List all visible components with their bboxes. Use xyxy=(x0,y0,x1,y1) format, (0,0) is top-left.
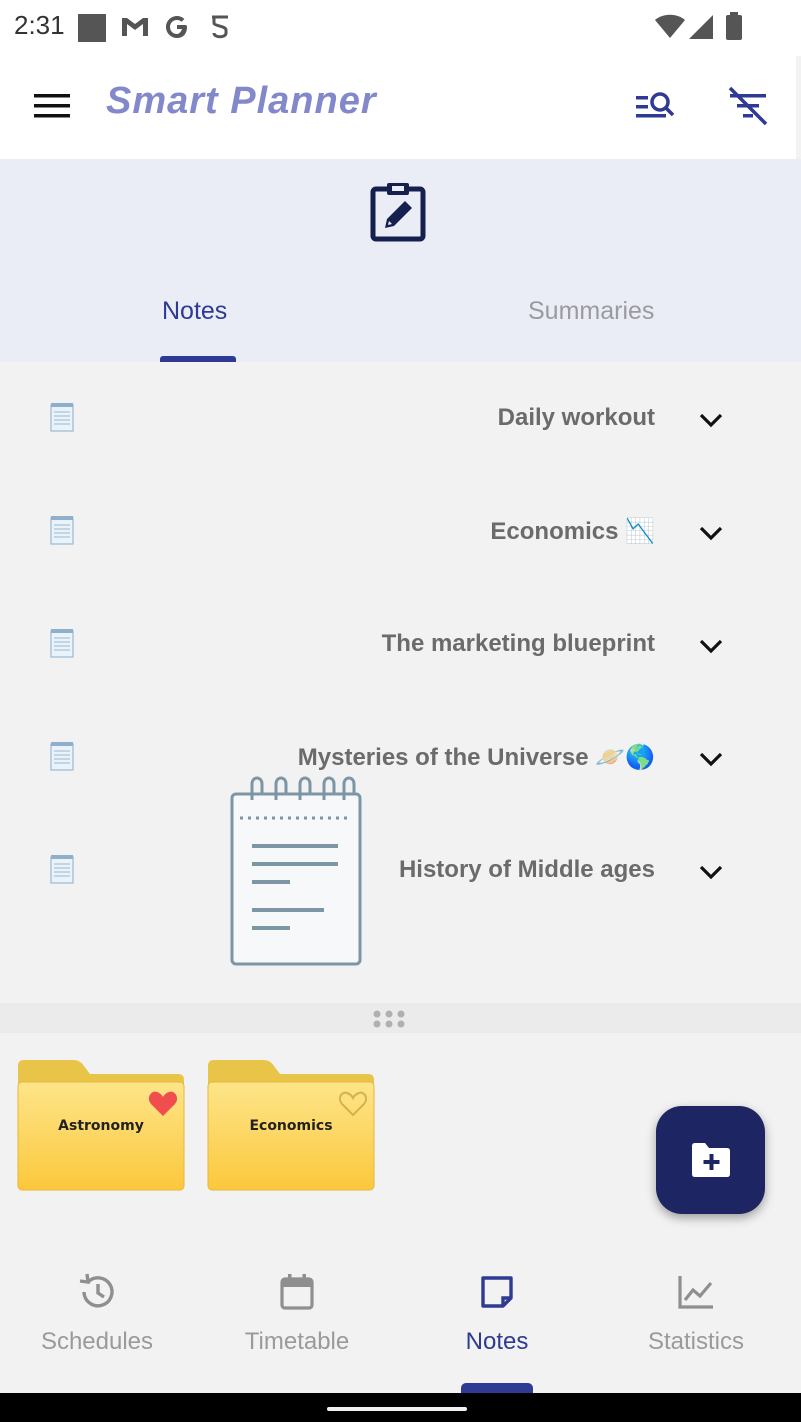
add-folder-button[interactable] xyxy=(656,1106,765,1214)
search-list-button[interactable] xyxy=(632,82,682,132)
home-gesture-pill[interactable] xyxy=(327,1407,467,1411)
list-item[interactable]: Economics 📉 xyxy=(0,475,801,587)
sticky-note-icon xyxy=(481,1276,513,1308)
chart-icon xyxy=(678,1276,713,1309)
notepad-icon xyxy=(50,516,74,545)
nav-timetable[interactable]: Timetable xyxy=(197,1258,397,1393)
drag-handle[interactable] xyxy=(0,1003,801,1033)
notepad-icon xyxy=(50,403,74,432)
note-title: History of Middle ages xyxy=(398,856,655,883)
list-item[interactable]: Daily workout xyxy=(0,362,801,474)
chevron-down-icon[interactable] xyxy=(697,406,725,434)
note-title: The marketing blueprint xyxy=(381,630,655,657)
google-icon xyxy=(164,14,190,45)
history-icon xyxy=(79,1273,114,1308)
nav-label: Statistics xyxy=(647,1328,745,1355)
nav-statistics[interactable]: Statistics xyxy=(596,1258,796,1393)
gmail-icon xyxy=(120,14,150,45)
nav-label: Notes xyxy=(465,1328,529,1355)
notepad-icon xyxy=(50,742,74,771)
list-item[interactable]: Mysteries of the Universe 🪐🌎 xyxy=(0,701,801,813)
s-app-icon xyxy=(208,14,232,47)
folder-astronomy[interactable]: Astronomy xyxy=(16,1058,186,1192)
search-list-icon xyxy=(636,92,675,118)
square-icon xyxy=(78,14,106,42)
calendar-icon xyxy=(280,1274,314,1310)
note-title: Daily workout xyxy=(497,404,655,431)
nav-label: Schedules xyxy=(40,1328,154,1355)
note-title: Mysteries of the Universe 🪐🌎 xyxy=(297,744,655,771)
tab-notes[interactable]: Notes xyxy=(162,297,227,326)
notes-list: Daily workout Economics 📉 The marketing … xyxy=(0,362,801,1002)
chevron-down-icon[interactable] xyxy=(697,745,725,773)
nav-label: Timetable xyxy=(244,1328,350,1355)
chevron-down-icon[interactable] xyxy=(697,858,725,886)
drag-dots-icon xyxy=(373,1010,405,1028)
notepad-icon xyxy=(50,855,74,884)
app-title: Smart Planner xyxy=(106,80,377,122)
status-bar: 2:31 xyxy=(0,0,801,56)
nav-indicator xyxy=(461,1383,533,1393)
notepad-icon xyxy=(50,629,74,658)
folder-label: Astronomy xyxy=(58,1118,144,1134)
list-item[interactable]: The marketing blueprint xyxy=(0,588,801,700)
edit-clipboard-icon xyxy=(370,183,426,242)
bottom-navigation: Schedules Timetable Notes Statistics xyxy=(0,1258,801,1393)
chevron-down-icon[interactable] xyxy=(697,519,725,547)
filter-off-icon xyxy=(728,86,768,126)
note-title: Economics 📉 xyxy=(490,518,655,545)
chevron-down-icon[interactable] xyxy=(697,632,725,660)
nav-notes[interactable]: Notes xyxy=(397,1258,597,1393)
nav-schedules[interactable]: Schedules xyxy=(0,1258,197,1393)
app-bar: Smart Planner xyxy=(0,56,796,159)
signal-icon xyxy=(688,14,714,45)
wifi-icon xyxy=(654,14,686,45)
gesture-bar xyxy=(0,1393,801,1422)
heart-filled-icon[interactable] xyxy=(148,1090,178,1118)
notes-header: Notes Summaries xyxy=(0,159,801,362)
filter-off-button[interactable] xyxy=(724,82,774,132)
tab-summaries[interactable]: Summaries xyxy=(528,297,654,326)
menu-icon xyxy=(34,94,70,118)
status-time: 2:31 xyxy=(14,10,65,40)
battery-icon xyxy=(726,12,742,45)
add-folder-icon xyxy=(692,1143,730,1177)
menu-button[interactable] xyxy=(30,84,74,128)
list-item[interactable]: History of Middle ages xyxy=(0,814,801,926)
heart-outline-icon[interactable] xyxy=(338,1090,368,1118)
folder-label: Economics xyxy=(249,1118,333,1134)
folder-economics[interactable]: Economics xyxy=(206,1058,376,1192)
